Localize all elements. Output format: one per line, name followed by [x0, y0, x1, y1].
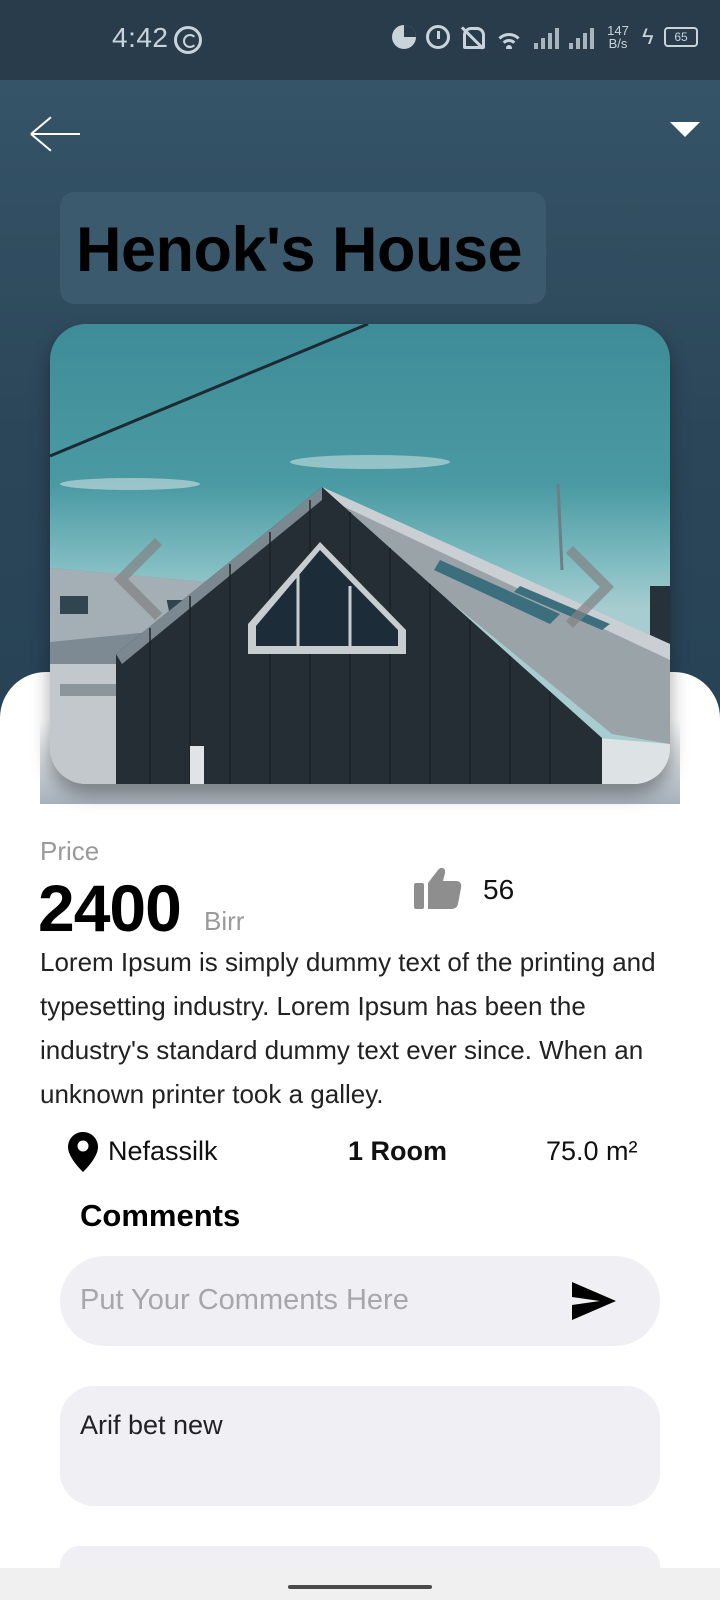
- like-count: 56: [483, 874, 515, 905]
- comment-card: Arif bet new: [60, 1386, 660, 1506]
- carousel-prev-button[interactable]: [112, 534, 166, 620]
- caret-down-icon[interactable]: [670, 122, 700, 137]
- price-value: 2400: [38, 871, 182, 945]
- bell-muted-icon: [460, 25, 485, 49]
- area-text: 75.0 m²: [546, 1136, 638, 1166]
- network-speed: 147 B/s: [604, 24, 632, 50]
- description: Lorem Ipsum is simply dummy text of the …: [40, 947, 656, 1109]
- title-chip: Henok's House: [60, 192, 546, 304]
- location-pin-icon: [68, 1132, 98, 1172]
- thumbs-up-icon: [414, 867, 462, 909]
- carousel-next-button[interactable]: [550, 542, 604, 628]
- wifi-icon: [494, 25, 524, 49]
- property-details: Nefassilk 1 Room 75.0 m²: [68, 1130, 668, 1176]
- price-currency: Birr: [204, 906, 245, 936]
- battery-icon: 65: [664, 27, 698, 47]
- data-saver-icon: [392, 25, 416, 49]
- comment-input[interactable]: Put Your Comments Here: [60, 1256, 660, 1346]
- page-title: Henok's House: [76, 215, 523, 285]
- charging-icon: [642, 26, 654, 48]
- hotspot-icon: [174, 26, 202, 54]
- comment-input-placeholder: Put Your Comments Here: [80, 1284, 409, 1316]
- image-carousel[interactable]: [50, 324, 670, 784]
- status-time: 4:42: [112, 22, 169, 53]
- send-button[interactable]: [570, 1278, 618, 1324]
- status-icons: 147 B/s 65: [392, 24, 698, 50]
- price-label: Price: [40, 836, 100, 866]
- back-button[interactable]: [28, 112, 84, 156]
- rooms-text: 1 Room: [348, 1136, 448, 1166]
- status-bar: 4:42 147 B/s 65: [0, 0, 720, 80]
- system-nav-bar: [0, 1568, 720, 1600]
- signal-icon: [569, 25, 594, 49]
- send-icon: [572, 1282, 616, 1320]
- comment-text: Arif bet new: [80, 1410, 223, 1440]
- battery-level: 65: [674, 30, 688, 44]
- location-text: Nefassilk: [108, 1136, 218, 1166]
- home-indicator[interactable]: [288, 1585, 432, 1589]
- signal-icon: [534, 25, 559, 49]
- network-speed-unit: B/s: [608, 36, 628, 51]
- comments-title: Comments: [80, 1198, 241, 1233]
- alarm-icon: [426, 25, 450, 49]
- like-button[interactable]: [414, 866, 462, 910]
